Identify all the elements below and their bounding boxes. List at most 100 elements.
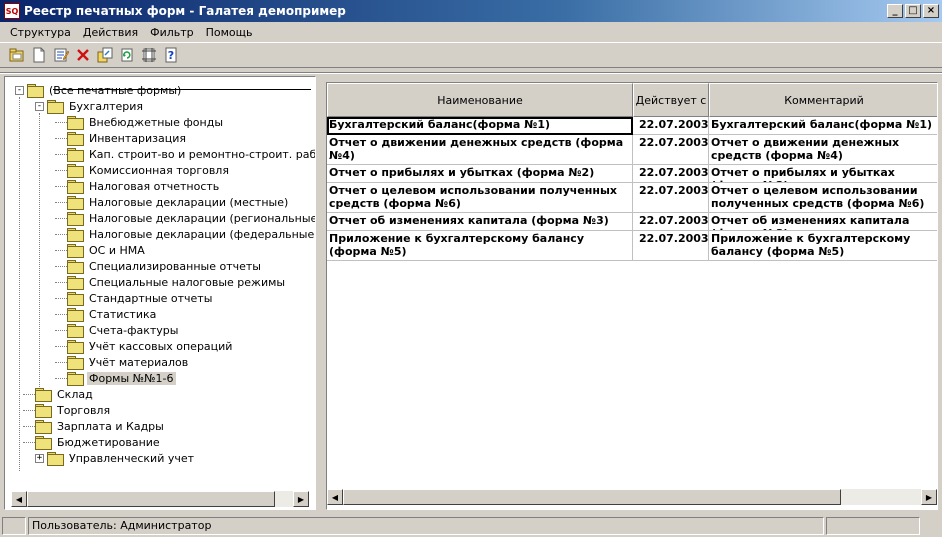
- scroll-right-arrow-icon[interactable]: ▶: [921, 489, 937, 505]
- tree-item[interactable]: Налоговые декларации (федеральные): [55, 226, 315, 242]
- grid-horizontal-scrollbar[interactable]: ◀ ▶: [327, 489, 937, 505]
- scroll-left-arrow-icon[interactable]: ◀: [327, 489, 343, 505]
- tree-connector: [55, 137, 67, 139]
- tree-item[interactable]: Инвентаризация: [55, 130, 188, 146]
- copy-button[interactable]: [94, 44, 116, 66]
- tree-item[interactable]: Формы №№1-6: [55, 370, 176, 386]
- tree-item[interactable]: Специальные налоговые режимы: [55, 274, 287, 290]
- cell-comment[interactable]: Отчет о целевом использовании полученных…: [709, 183, 937, 213]
- tree-item[interactable]: Торговля: [23, 402, 112, 418]
- table-row[interactable]: Бухгалтерский баланс(форма №1) 22.07.2003…: [327, 117, 937, 135]
- cell-name[interactable]: Бухгалтерский баланс(форма №1): [327, 117, 633, 135]
- tree-item[interactable]: Налоговые декларации (местные): [55, 194, 290, 210]
- edit-document-button[interactable]: [50, 44, 72, 66]
- cell-name[interactable]: Отчет о движении денежных средств (форма…: [327, 135, 633, 165]
- table-row[interactable]: Приложение к бухгалтерскому балансу (фор…: [327, 231, 937, 261]
- scroll-thumb[interactable]: [27, 491, 275, 507]
- tree-item-label: Зарплата и Кадры: [57, 419, 164, 433]
- tree-horizontal-scrollbar[interactable]: ◀ ▶: [11, 491, 309, 507]
- tree-connector: [39, 113, 40, 391]
- folder-icon: [35, 404, 52, 418]
- tree-connector: [55, 201, 67, 203]
- status-user: Пользователь: Администратор: [28, 516, 824, 535]
- table-row[interactable]: Отчет о движении денежных средств (форма…: [327, 135, 937, 165]
- tree-item[interactable]: ОС и НМА: [55, 242, 147, 258]
- cell-comment[interactable]: Отчет о прибылях и убытках (форма №2): [709, 165, 937, 183]
- table-row[interactable]: Отчет о прибылях и убытках (форма №2) 22.…: [327, 165, 937, 183]
- tree-item[interactable]: Специализированные отчеты: [55, 258, 263, 274]
- scroll-track[interactable]: [27, 491, 293, 507]
- open-folder-button[interactable]: [6, 44, 28, 66]
- cell-comment[interactable]: Отчет об изменениях капитала (форма №3): [709, 213, 937, 231]
- cell-comment[interactable]: Бухгалтерский баланс(форма №1): [709, 117, 937, 135]
- menu-structure[interactable]: Структура: [4, 26, 77, 39]
- folder-icon: [67, 260, 84, 274]
- menu-help[interactable]: Помощь: [200, 26, 259, 39]
- tree-item[interactable]: Комиссионная торговля: [55, 162, 231, 178]
- cell-active-from[interactable]: 22.07.2003: [633, 231, 709, 261]
- tree-item[interactable]: Кап. строит-во и ремонтно-строит. работы: [55, 146, 315, 162]
- tree-pane: - (Все печатные формы) - Бухгалтерия Внебюдж…: [4, 76, 316, 510]
- cell-active-from[interactable]: 22.07.2003: [633, 135, 709, 165]
- table-row[interactable]: Отчет об изменениях капитала (форма №3) 2…: [327, 213, 937, 231]
- column-header-active-from[interactable]: Действует с: [633, 83, 709, 117]
- tree-item[interactable]: + Управленческий учет: [35, 450, 196, 466]
- forms-tree[interactable]: - (Все печатные формы) - Бухгалтерия Внебюдж…: [5, 77, 315, 489]
- cell-name[interactable]: Приложение к бухгалтерскому балансу (фор…: [327, 231, 633, 261]
- tree-item[interactable]: Учёт материалов: [55, 354, 190, 370]
- column-header-name[interactable]: Наименование: [327, 83, 633, 117]
- tree-item[interactable]: Налоговые декларации (региональные): [55, 210, 315, 226]
- help-icon: ?: [165, 47, 177, 63]
- scroll-left-arrow-icon[interactable]: ◀: [11, 491, 27, 507]
- tree-item[interactable]: Налоговая отчетность: [55, 178, 221, 194]
- scroll-track[interactable]: [343, 489, 921, 505]
- folder-icon: [67, 212, 84, 226]
- menu-filter[interactable]: Фильтр: [144, 26, 200, 39]
- cell-active-from[interactable]: 22.07.2003: [633, 117, 709, 135]
- tree-item[interactable]: - Бухгалтерия: [35, 98, 145, 114]
- column-header-comment[interactable]: Комментарий: [709, 83, 937, 117]
- grid-body: Бухгалтерский баланс(форма №1) 22.07.2003…: [327, 117, 937, 261]
- expand-icon[interactable]: +: [35, 453, 44, 463]
- refresh-button[interactable]: [116, 44, 138, 66]
- cell-active-from[interactable]: 22.07.2003: [633, 183, 709, 213]
- new-document-button[interactable]: [28, 44, 50, 66]
- cell-comment[interactable]: Приложение к бухгалтерскому балансу (фор…: [709, 231, 937, 261]
- pane-splitter[interactable]: [317, 76, 323, 510]
- menu-actions[interactable]: Действия: [77, 26, 144, 39]
- table-row[interactable]: Отчет о целевом использовании полученных…: [327, 183, 937, 213]
- tree-item[interactable]: Учёт кассовых операций: [55, 338, 234, 354]
- print-preview-button[interactable]: [138, 44, 160, 66]
- folder-icon: [67, 116, 84, 130]
- cell-name[interactable]: Отчет о прибылях и убытках (форма №2): [327, 165, 633, 183]
- folder-icon: [67, 196, 84, 210]
- tree-item-label: Учёт материалов: [89, 355, 189, 369]
- tree-item[interactable]: Бюджетирование: [23, 434, 162, 450]
- cell-active-from[interactable]: 22.07.2003: [633, 165, 709, 183]
- cell-active-from[interactable]: 22.07.2003: [633, 213, 709, 231]
- cell-comment[interactable]: Отчет о движении денежных средств (форма…: [709, 135, 937, 165]
- cell-name[interactable]: Отчет об изменениях капитала (форма №3): [327, 213, 633, 231]
- minimize-button[interactable]: _: [887, 4, 903, 18]
- scroll-thumb[interactable]: [343, 489, 841, 505]
- tree-item[interactable]: Склад: [23, 386, 95, 402]
- cell-name[interactable]: Отчет о целевом использовании полученных…: [327, 183, 633, 213]
- app-icon[interactable]: SQ: [4, 3, 20, 19]
- folder-icon: [47, 100, 64, 114]
- maximize-button[interactable]: □: [905, 4, 921, 18]
- tree-item[interactable]: - (Все печатные формы): [15, 82, 183, 98]
- tree-item[interactable]: Внебюджетные фонды: [55, 114, 225, 130]
- scroll-right-arrow-icon[interactable]: ▶: [293, 491, 309, 507]
- delete-button[interactable]: [72, 44, 94, 66]
- tree-item-label: Налоговая отчетность: [89, 179, 220, 193]
- help-button[interactable]: ?: [160, 44, 182, 66]
- collapse-icon[interactable]: -: [35, 101, 44, 111]
- collapse-icon[interactable]: -: [15, 85, 24, 95]
- tree-item[interactable]: Стандартные отчеты: [55, 290, 214, 306]
- folder-icon: [67, 164, 84, 178]
- svg-text:?: ?: [168, 49, 174, 62]
- tree-item[interactable]: Зарплата и Кадры: [23, 418, 166, 434]
- tree-item[interactable]: Счета-фактуры: [55, 322, 180, 338]
- tree-item[interactable]: Статистика: [55, 306, 158, 322]
- close-button[interactable]: ×: [923, 4, 939, 18]
